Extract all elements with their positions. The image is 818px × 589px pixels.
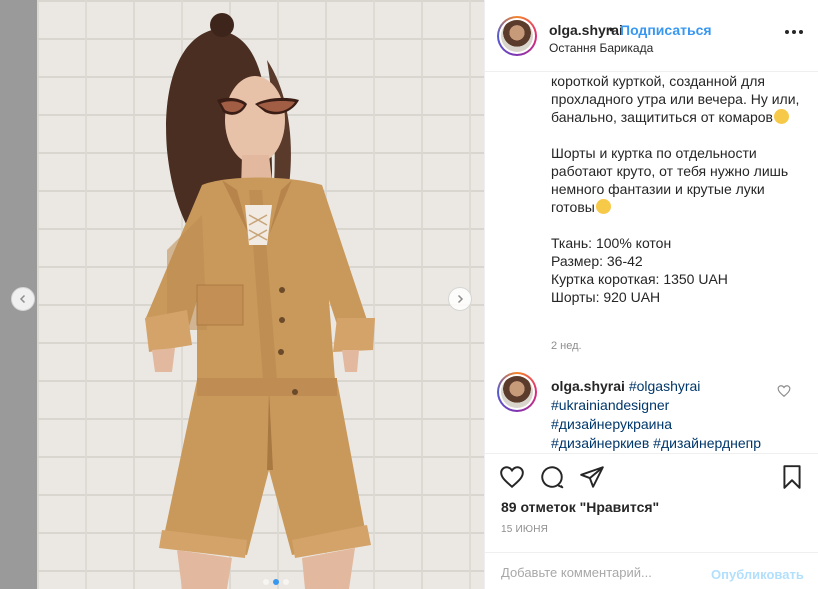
comment-text: olga.shyrai #olgashyrai #ukrainiandesign… bbox=[551, 377, 781, 453]
detail-shorts-price: Шорты: 920 UAH bbox=[551, 289, 661, 305]
hashtag-link[interactable]: #olgashyrai bbox=[629, 378, 701, 394]
caption-details: Ткань: 100% котон Размер: 36-42 Куртка к… bbox=[551, 234, 801, 306]
post-sidebar: olga.shyrai • Подписаться Остання Барика… bbox=[484, 0, 818, 589]
share-button[interactable] bbox=[579, 464, 605, 490]
hashtag-link[interactable]: #дизайнеркиев bbox=[551, 435, 649, 451]
hashtag-link[interactable]: #дизайнерднепр bbox=[653, 435, 761, 451]
like-button[interactable] bbox=[499, 464, 525, 490]
save-button[interactable] bbox=[779, 464, 805, 490]
instagram-post-modal: olga.shyrai • Подписаться Остання Барика… bbox=[0, 0, 818, 589]
carousel-dot bbox=[283, 579, 289, 585]
post-photo[interactable] bbox=[37, 0, 484, 589]
comment-input[interactable] bbox=[501, 565, 701, 580]
detail-jacket-price: Куртка короткая: 1350 UAH bbox=[551, 271, 728, 287]
comment-item: olga.shyrai #olgashyrai #ukrainiandesign… bbox=[485, 370, 818, 460]
bookmark-icon bbox=[783, 465, 801, 489]
carousel-next-button[interactable] bbox=[448, 287, 472, 311]
chevron-right-icon bbox=[457, 294, 464, 304]
post-actions: 89 отметок "Нравится" 15 ИЮНЯ bbox=[485, 453, 818, 553]
detail-fabric: Ткань: 100% котон bbox=[551, 235, 672, 251]
comment-username[interactable]: olga.shyrai bbox=[551, 378, 625, 394]
likes-count[interactable]: 89 отметок "Нравится" bbox=[501, 499, 659, 515]
caption-time-ago[interactable]: 2 нед. bbox=[551, 340, 582, 352]
post-header: olga.shyrai • Подписаться Остання Барика… bbox=[485, 0, 818, 72]
caption-paragraph-2: Шорты и куртка по отдельности работают к… bbox=[551, 145, 789, 215]
caption-paragraph-1: короткой курткой, созданной для прохладн… bbox=[551, 73, 800, 125]
avatar[interactable] bbox=[497, 372, 537, 412]
location-link[interactable]: Остання Барикада bbox=[549, 41, 653, 55]
paper-plane-icon bbox=[580, 466, 604, 488]
comment-button[interactable] bbox=[539, 464, 565, 490]
post-date[interactable]: 15 ИЮНЯ bbox=[501, 524, 548, 535]
comment-heart-icon[interactable] bbox=[777, 384, 791, 398]
laughing-emoji-icon bbox=[773, 109, 789, 124]
follow-button[interactable]: Подписаться bbox=[620, 22, 712, 38]
comment-icon bbox=[541, 466, 564, 489]
detail-size: Размер: 36-42 bbox=[551, 253, 643, 269]
add-comment-bar: Опубликовать bbox=[485, 552, 818, 589]
chevron-left-icon bbox=[19, 294, 26, 304]
post-caption: короткой курткой, созданной для прохладн… bbox=[551, 72, 801, 306]
separator-dot: • bbox=[609, 21, 614, 37]
more-dots-icon[interactable] bbox=[785, 30, 803, 36]
carousel-dot bbox=[263, 579, 269, 585]
heart-icon bbox=[500, 466, 524, 489]
carousel-dots bbox=[263, 579, 289, 585]
hashtag-link[interactable]: #ukrainiandesigner bbox=[551, 397, 669, 413]
publish-button[interactable]: Опубликовать bbox=[711, 567, 804, 582]
winking-emoji-icon bbox=[595, 199, 611, 214]
carousel-dot-active bbox=[273, 579, 279, 585]
avatar[interactable] bbox=[497, 16, 537, 56]
carousel-prev-button[interactable] bbox=[11, 287, 35, 311]
hashtag-link[interactable]: #дизайнерукраина bbox=[551, 416, 672, 432]
model-figure bbox=[145, 13, 375, 589]
